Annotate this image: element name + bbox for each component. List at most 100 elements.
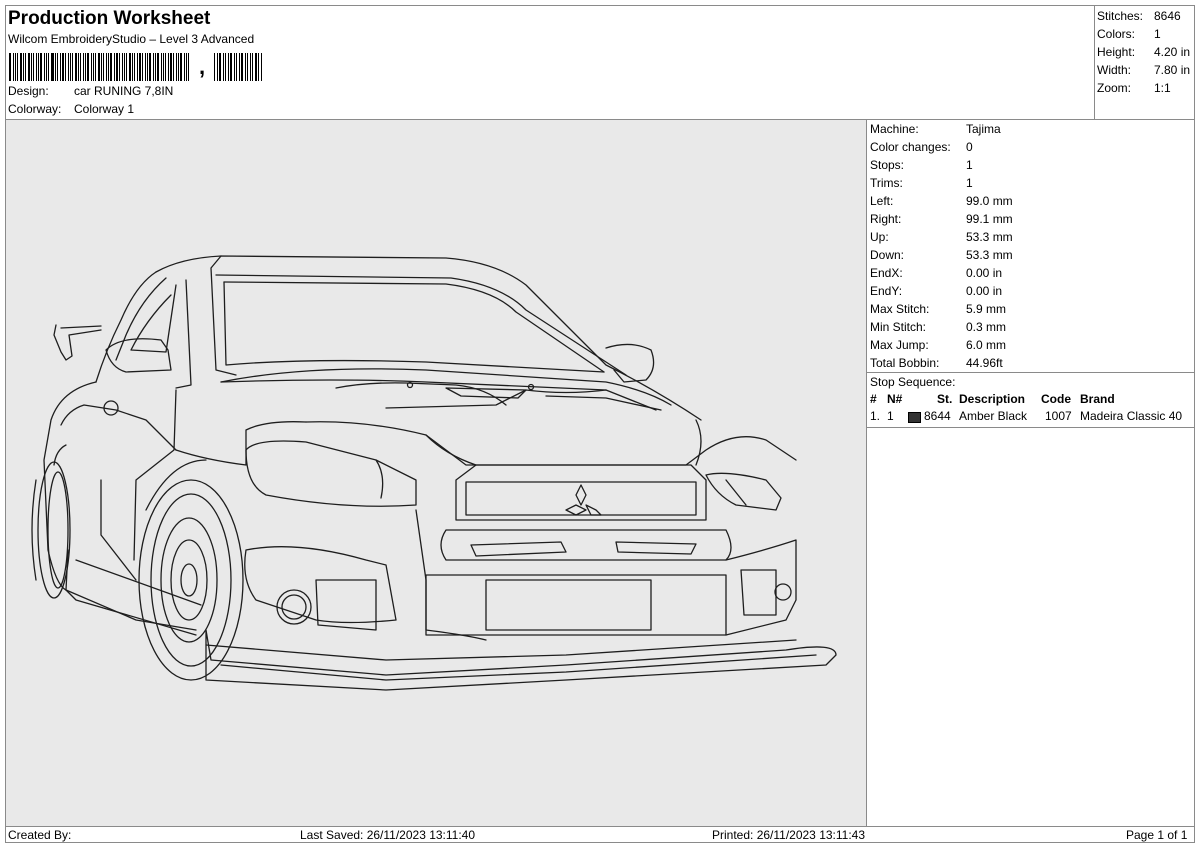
barcode-bar [180,53,182,81]
col-code: Code [1041,392,1071,406]
col-st: St. [937,392,953,406]
row-n: 1 [887,409,894,423]
barcode-bar [214,53,215,81]
detail-label: Up: [870,230,889,244]
barcode-bar [57,53,58,81]
barcode-bar [145,53,146,81]
detail-label: EndY: [870,284,903,298]
barcode-bar [55,53,56,81]
detail-row: Total Bobbin: 44.96ft [867,354,1194,372]
summary-stats: Stitches: 8646 Colors: 1 Height: 4.20 in Wi… [1094,6,1194,119]
stop-sequence-title: Stop Sequence: [867,372,1194,391]
barcode-bar [80,53,81,81]
barcode-bar [234,53,235,81]
barcode-bar [228,53,229,81]
barcode-bar [85,53,86,81]
production-worksheet: Production Worksheet Wilcom EmbroiderySt… [5,5,1195,843]
thread-color-swatch [908,412,921,423]
barcode [9,53,263,81]
detail-label: Down: [870,248,905,262]
detail-label: Stops: [870,158,905,172]
stat-value: 1 [1154,27,1161,41]
barcode-bar [60,53,61,81]
barcode-bar [9,53,11,81]
barcode-bar [38,53,39,81]
col-brand: Brand [1080,392,1115,406]
col-description: Description [959,392,1026,406]
barcode-bar [124,53,125,81]
page-number: Page 1 of 1 [1126,828,1188,842]
barcode-bar [93,53,94,81]
barcode-bar [168,53,169,81]
printed-date: Printed: 26/11/2023 13:11:43 [712,828,866,842]
created-by: Created By: [8,828,72,842]
detail-row: Stops: 1 [867,156,1194,174]
barcode-bar [157,53,159,81]
detail-value: 0.00 in [966,284,1003,298]
barcode-bar [25,53,26,81]
detail-row: Machine: Tajima [867,120,1194,138]
barcode-bar [165,53,166,81]
barcode-bar [83,53,84,81]
stat-label: Colors: [1097,27,1136,41]
stop-sequence-row: 1. 1 8644 Amber Black 1007 Madeira Class… [867,408,1194,425]
colorway-value: Colorway 1 [74,102,135,116]
stat-label: Height: [1097,45,1136,59]
barcode-bar [155,53,156,81]
barcode-bar [219,53,221,81]
barcode-bar [62,53,64,81]
detail-value: 99.0 mm [966,194,1013,208]
barcode-bar [20,53,22,81]
worksheet-footer: Created By: Last Saved: 26/11/2023 13:11… [6,827,1194,843]
detail-row: Max Stitch: 5.9 mm [867,300,1194,318]
row-st: 8644 [924,409,951,423]
barcode-bar [255,53,257,81]
detail-row: Down: 53.3 mm [867,246,1194,264]
detail-value: 0.3 mm [966,320,1007,334]
barcode-bar [40,53,42,81]
barcode-bar [132,53,133,81]
barcode-bar [91,53,92,81]
detail-value: 0.00 in [966,266,1003,280]
barcode-bar [186,53,187,81]
detail-value: 0 [966,140,973,154]
worksheet-header: Production Worksheet Wilcom EmbroiderySt… [6,6,1094,119]
barcode-bar [217,53,218,81]
detail-value: 53.3 mm [966,248,1013,262]
detail-row: Max Jump: 6.0 mm [867,336,1194,354]
barcode-bar [17,53,18,81]
barcode-bar [13,53,14,81]
barcode-bar [147,53,148,81]
colorway-label: Colorway: [8,102,62,116]
stat-label: Zoom: [1097,81,1132,95]
design-preview [6,120,867,827]
barcode-bar [252,53,253,81]
stat-value: 1:1 [1154,81,1171,95]
detail-value: 1 [966,176,973,190]
barcode-bar [108,53,109,81]
detail-row: Right: 99.1 mm [867,210,1194,228]
barcode-bar [239,53,240,81]
detail-row: Min Stitch: 0.3 mm [867,318,1194,336]
detail-value: 44.96ft [966,356,1003,370]
barcode-bar [223,53,224,81]
detail-value: Tajima [966,122,1001,136]
barcode-bar [225,53,226,81]
detail-value: 1 [966,158,973,172]
stat-height: Height: 4.20 in [1095,43,1194,61]
barcode-bar [241,53,243,81]
barcode-bar [95,53,96,81]
barcode-bar [101,53,102,81]
detail-row: Up: 53.3 mm [867,228,1194,246]
col-n: N# [887,392,903,406]
row-description: Amber Black [959,409,1028,423]
stat-zoom: Zoom: 1:1 [1095,79,1194,97]
detail-row: EndY: 0.00 in [867,282,1194,300]
colorway-row: Colorway: Colorway 1 [8,102,134,116]
detail-row: Left: 99.0 mm [867,192,1194,210]
barcode-bar [103,53,104,81]
barcode-bar [46,53,47,81]
worksheet-title: Production Worksheet [8,8,211,29]
stop-sequence-divider [867,427,1194,428]
barcode-bar [15,53,16,81]
